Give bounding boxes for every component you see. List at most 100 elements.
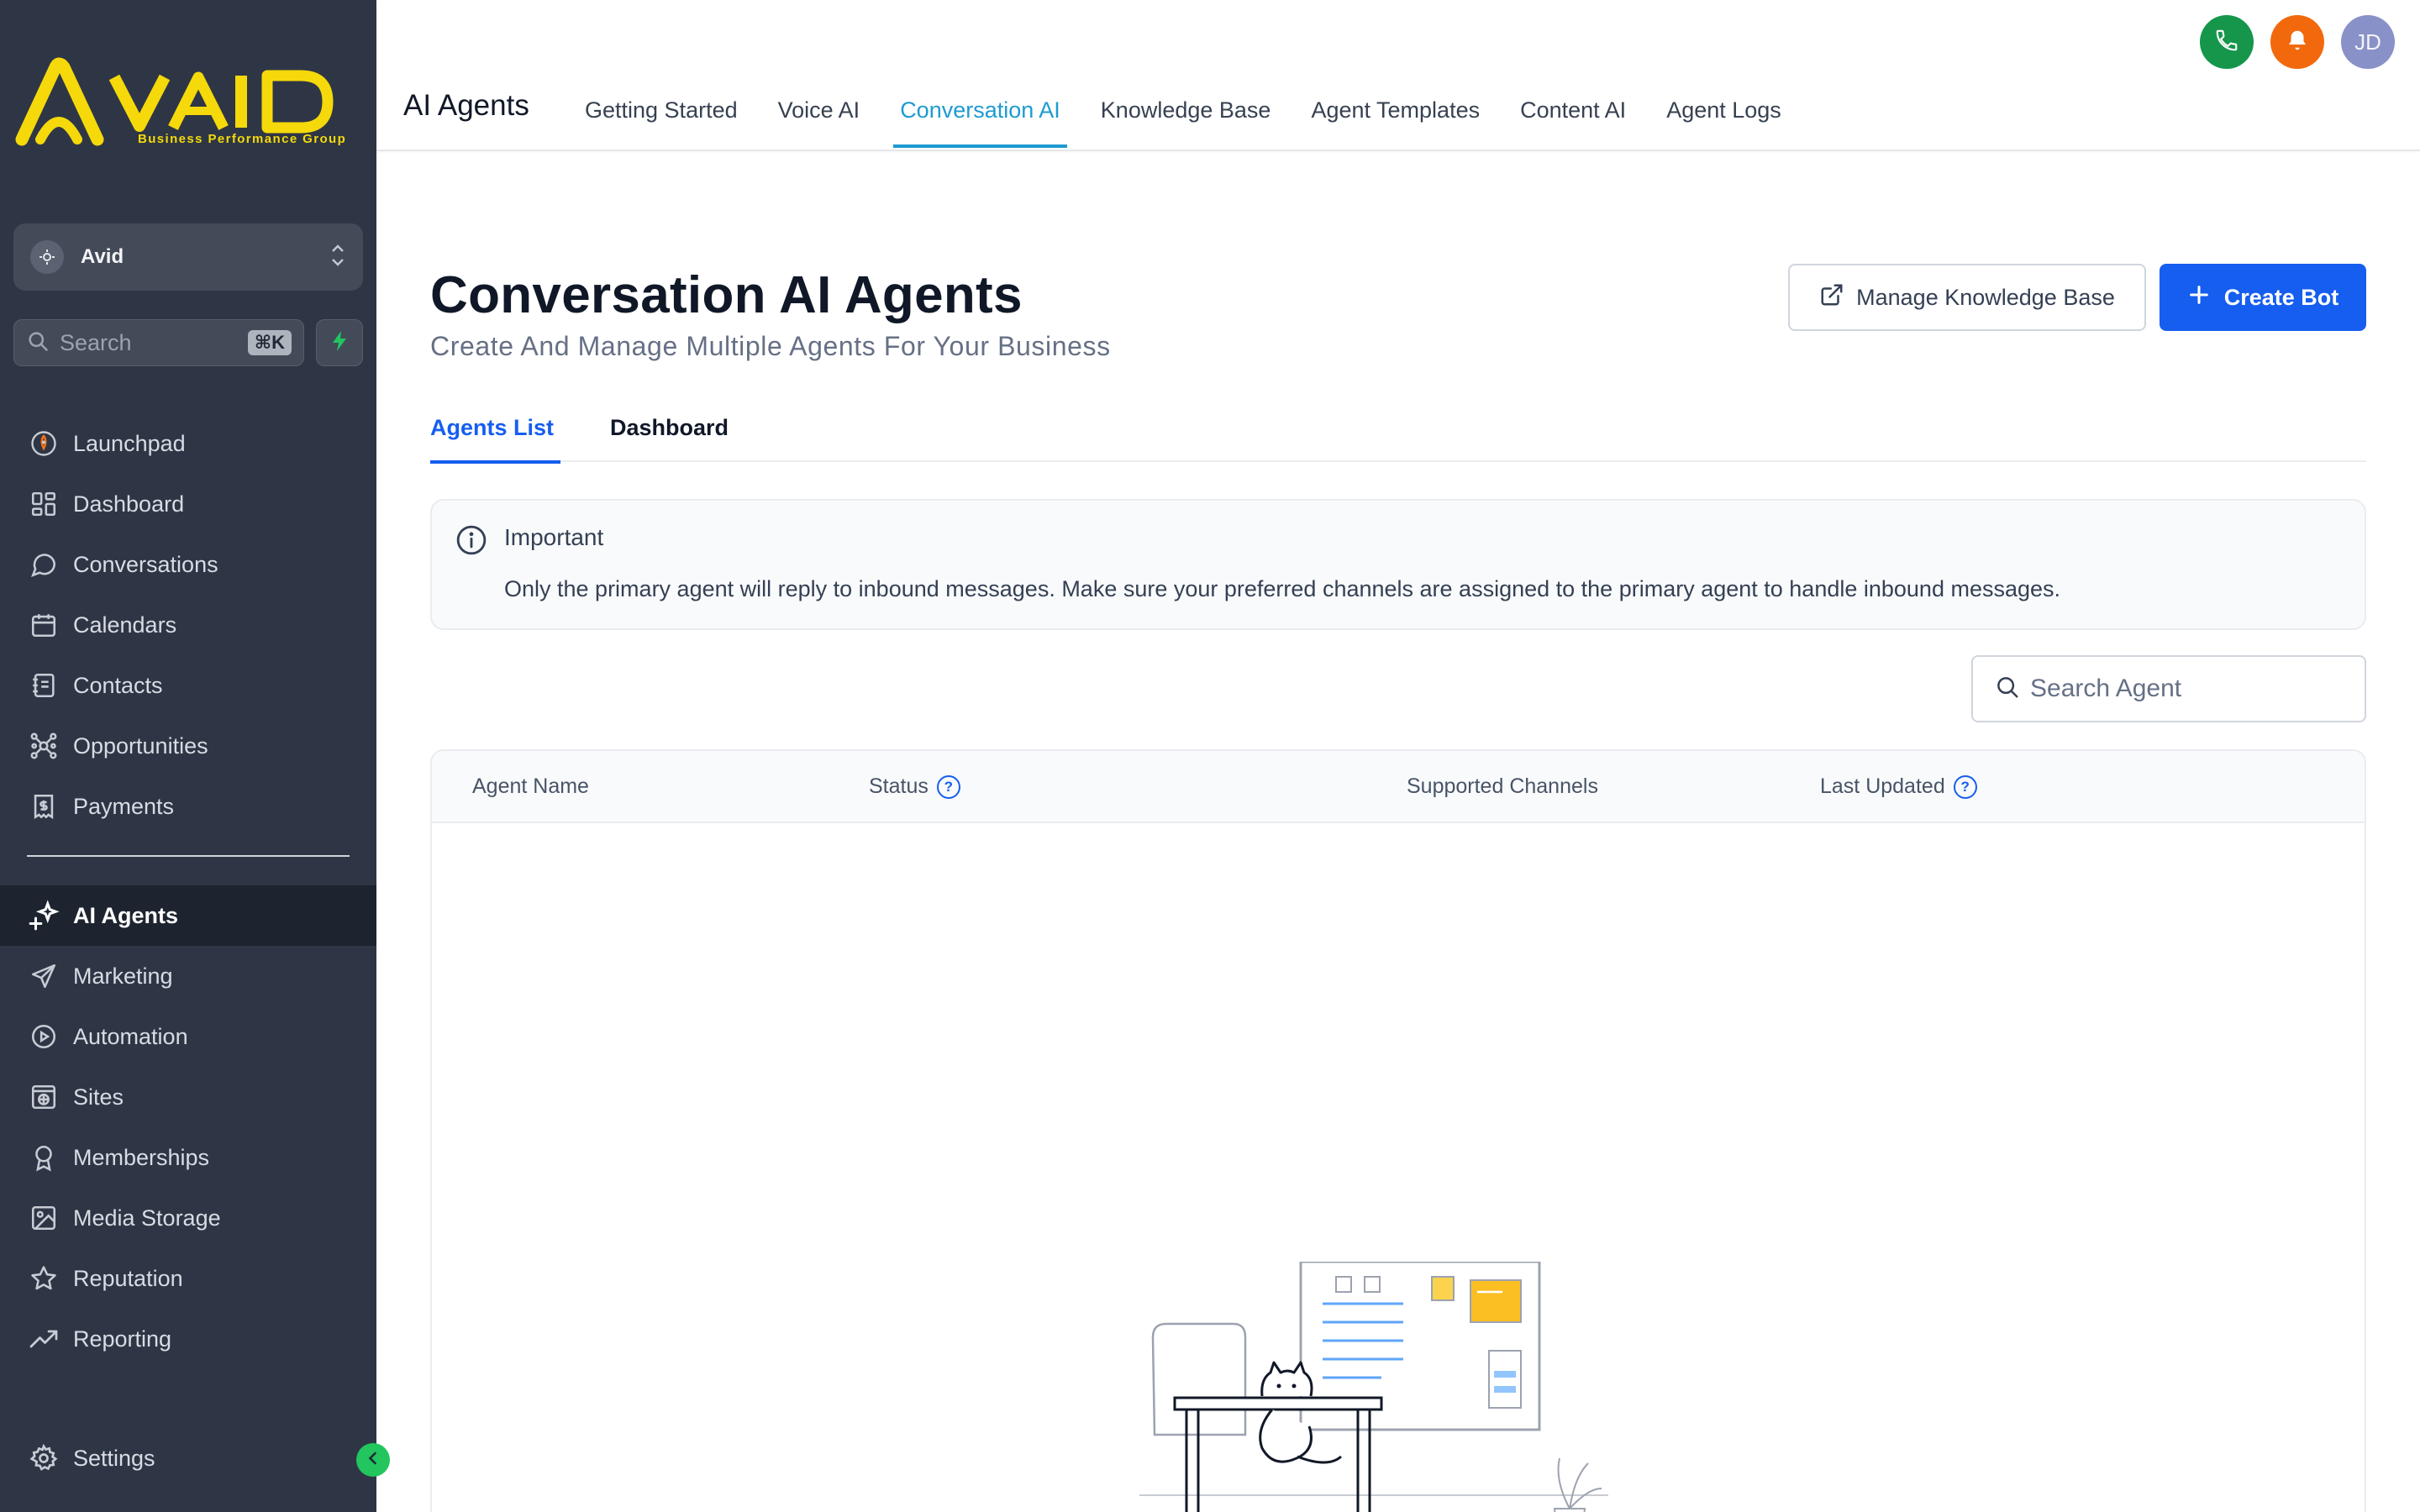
sparkles-icon [27, 899, 60, 932]
sidebar-item-label: Calendars [73, 612, 177, 638]
sidebar-item-settings[interactable]: Settings [0, 1428, 376, 1488]
sidebar-item-conversations[interactable]: Conversations [0, 534, 376, 595]
image-icon [27, 1201, 60, 1235]
sidebar-item-memberships[interactable]: Memberships [0, 1127, 376, 1188]
quick-action-button[interactable] [316, 319, 363, 366]
grid-icon [27, 487, 60, 521]
tab-agent-logs[interactable]: Agent Logs [1646, 84, 1802, 151]
agent-search-input[interactable] [2030, 675, 2349, 703]
sidebar-item-payments[interactable]: Payments [0, 776, 376, 837]
brand-tagline: Business Performance Group [138, 132, 347, 146]
sidebar-item-label: Automation [73, 1023, 188, 1049]
calendar-icon [27, 608, 60, 642]
sidebar-item-label: Dashboard [73, 491, 185, 517]
info-icon [455, 524, 487, 560]
header-actions: JD [2200, 15, 2395, 69]
section-title: AI Agents [403, 89, 529, 122]
create-bot-button[interactable]: Create Bot [2160, 264, 2366, 331]
sidebar-item-automation[interactable]: Automation [0, 1006, 376, 1067]
network-icon [27, 729, 60, 763]
sidebar-item-marketing[interactable]: Marketing [0, 946, 376, 1006]
sidebar-item-label: Payments [73, 793, 175, 819]
sidebar-item-label: Reputation [73, 1265, 183, 1291]
sidebar-item-label: Launchpad [73, 430, 186, 456]
sidebar-item-launchpad[interactable]: Launchpad [0, 413, 376, 474]
gear-icon [27, 1441, 60, 1475]
sidebar-item-dashboard[interactable]: Dashboard [0, 474, 376, 534]
plus-icon [2187, 283, 2211, 312]
sidebar-item-sites[interactable]: Sites [0, 1067, 376, 1127]
tab-knowledge-base[interactable]: Knowledge Base [1081, 84, 1292, 151]
sidebar-item-label: Sites [73, 1084, 124, 1110]
main-content: Conversation AI Agents Create And Manage… [376, 153, 2420, 1512]
tab-agents-list[interactable]: Agents List [430, 415, 561, 464]
agent-search[interactable] [1971, 655, 2366, 722]
send-icon [27, 959, 60, 993]
sidebar-item-label: Opportunities [73, 732, 208, 759]
search-shortcut: ⌘K [247, 330, 292, 355]
brand-logo[interactable]: Business Performance Group [15, 54, 360, 153]
phone-button[interactable] [2200, 15, 2254, 69]
notice-title: Important [504, 524, 604, 550]
sidebar-item-contacts[interactable]: Contacts [0, 655, 376, 716]
tab-getting-started[interactable]: Getting Started [565, 84, 758, 151]
column-last-updated[interactable]: Last Updated ? [1820, 774, 1977, 799]
location-name: Avid [81, 245, 124, 268]
table-header: Agent Name Status ? Supported Channels L… [432, 751, 2365, 823]
chevron-left-icon [365, 1450, 381, 1471]
trending-up-icon [27, 1322, 60, 1356]
tab-content-ai[interactable]: Content AI [1500, 84, 1646, 151]
sidebar-item-label: Media Storage [73, 1205, 221, 1231]
contact-book-icon [27, 669, 60, 702]
user-avatar[interactable]: JD [2341, 15, 2395, 69]
sidebar-item-ai-agents[interactable]: AI Agents [0, 885, 376, 946]
sidebar-item-label: AI Agents [73, 902, 179, 928]
award-icon [27, 1141, 60, 1174]
phone-icon [2214, 28, 2239, 57]
column-status[interactable]: Status ? [869, 774, 960, 799]
sidebar-item-media-storage[interactable]: Media Storage [0, 1188, 376, 1248]
sidebar: Business Performance Group Avid Search ⌘… [0, 0, 376, 1512]
tab-agent-templates[interactable]: Agent Templates [1291, 84, 1500, 151]
column-label: Last Updated [1820, 774, 1945, 798]
chat-bubble-icon [27, 548, 60, 581]
notice-body: Only the primary agent will reply to inb… [504, 576, 2061, 601]
search-icon [26, 329, 50, 357]
column-supported-channels[interactable]: Supported Channels [1407, 774, 1598, 799]
location-icon [30, 240, 64, 274]
sidebar-item-reporting[interactable]: Reporting [0, 1309, 376, 1369]
manage-knowledge-base-button[interactable]: Manage Knowledge Base [1788, 264, 2146, 331]
tab-voice-ai[interactable]: Voice AI [758, 84, 881, 151]
bell-icon [2285, 28, 2310, 57]
sidebar-search[interactable]: Search ⌘K [13, 319, 304, 366]
important-notice: Important Only the primary agent will re… [430, 499, 2366, 630]
sidebar-divider [27, 855, 350, 857]
tab-conversation-ai[interactable]: Conversation AI [880, 84, 1081, 151]
receipt-icon [27, 790, 60, 823]
page-title: Conversation AI Agents [430, 266, 1023, 324]
agents-table: Agent Name Status ? Supported Channels L… [430, 749, 2366, 1512]
top-tabs: Getting Started Voice AI Conversation AI… [565, 84, 1802, 151]
notifications-button[interactable] [2270, 15, 2324, 69]
empty-state-illustration [1138, 1260, 1608, 1512]
help-icon[interactable]: ? [936, 774, 960, 799]
sidebar-item-opportunities[interactable]: Opportunities [0, 716, 376, 776]
column-label: Status [869, 774, 929, 798]
location-switcher[interactable]: Avid [13, 223, 363, 291]
search-icon [1995, 675, 2020, 704]
globe-window-icon [27, 1080, 60, 1114]
tab-dashboard[interactable]: Dashboard [610, 415, 729, 462]
search-placeholder: Search [60, 329, 132, 355]
sidebar-item-label: Memberships [73, 1144, 210, 1170]
column-agent-name[interactable]: Agent Name [472, 774, 589, 799]
column-label: Supported Channels [1407, 774, 1598, 798]
top-header: AI Agents Getting Started Voice AI Conve… [376, 0, 2420, 151]
sidebar-item-reputation[interactable]: Reputation [0, 1248, 376, 1309]
collapse-sidebar-button[interactable] [356, 1443, 390, 1477]
help-icon[interactable]: ? [1953, 774, 1977, 799]
create-bot-label: Create Bot [2223, 284, 2339, 310]
sidebar-item-calendars[interactable]: Calendars [0, 595, 376, 655]
external-link-icon [1819, 282, 1844, 313]
sidebar-nav-secondary: AI Agents Marketing Automation Sites Mem… [0, 885, 376, 1369]
sidebar-settings: Settings [0, 1428, 376, 1488]
